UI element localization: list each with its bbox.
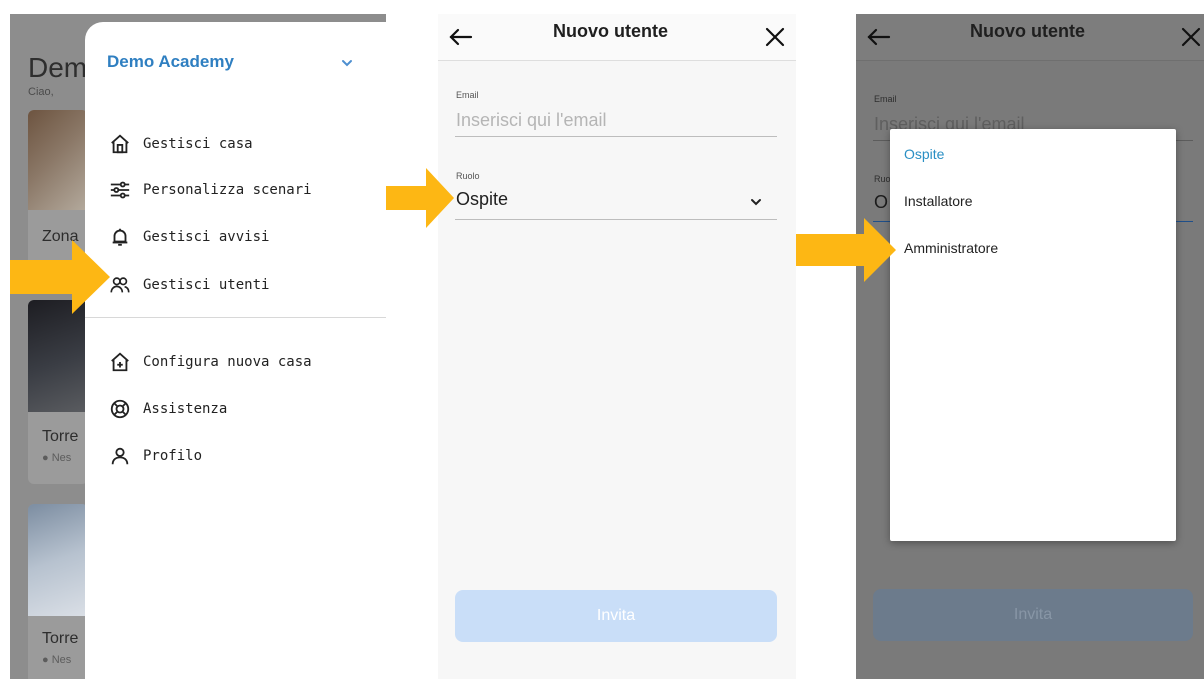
email-field-underline <box>455 136 777 137</box>
email-field-label: Email <box>874 94 897 104</box>
arrow-left-icon[interactable] <box>448 24 474 50</box>
background-room-card[interactable]: Torre ● Nes <box>28 300 88 484</box>
app-screen-menu: Dem Ciao, Zona Torre ● Nes Torre ● Nes D… <box>10 14 386 679</box>
menu-item-profilo[interactable]: Profilo <box>109 442 202 470</box>
chevron-down-icon[interactable] <box>749 195 763 209</box>
app-screen-new-user: Nuovo utente Email Inserisci qui l'email… <box>438 14 796 679</box>
invite-button[interactable]: Invita <box>873 589 1193 641</box>
menu-item-personalizza-scenari[interactable]: Personalizza scenari <box>109 176 312 204</box>
menu-item-configura-nuova-casa[interactable]: Configura nuova casa <box>109 348 312 376</box>
invite-button[interactable]: Invita <box>455 590 777 642</box>
invite-button-label: Invita <box>1013 606 1053 623</box>
app-screen-role-dropdown: Nuovo utente Email Inserisci qui l'email… <box>856 14 1204 679</box>
background-greeting: Ciao, <box>28 86 54 98</box>
close-icon[interactable] <box>764 26 786 48</box>
chevron-down-icon[interactable] <box>340 56 354 70</box>
menu-item-label: Gestisci avvisi <box>143 229 270 245</box>
menu-item-label: Profilo <box>143 448 203 464</box>
dropdown-option-amministratore[interactable]: Amministratore <box>904 240 998 256</box>
house-icon <box>111 134 129 154</box>
role-field-label: Ruo <box>874 174 891 184</box>
room-card-status: ● Nes <box>42 452 72 464</box>
dropdown-option-installatore[interactable]: Installatore <box>904 193 972 209</box>
close-icon[interactable] <box>1180 26 1202 48</box>
callout-arrow <box>10 240 110 314</box>
role-field-underline <box>455 219 777 220</box>
menu-item-label: Configura nuova casa <box>143 354 312 370</box>
email-field-label: Email <box>456 90 479 100</box>
sliders-icon <box>110 181 130 199</box>
bell-icon <box>112 228 128 246</box>
role-field-label: Ruolo <box>456 171 480 181</box>
menu-item-assistenza[interactable]: Assistenza <box>109 395 227 423</box>
menu-item-gestisci-avvisi[interactable]: Gestisci avvisi <box>109 223 269 251</box>
arrow-left-icon[interactable] <box>866 24 892 50</box>
room-card-label: Torre <box>42 428 79 445</box>
background-room-card[interactable]: Torre ● Nes <box>28 504 88 679</box>
room-image <box>28 110 88 210</box>
lifebuoy-icon <box>110 399 130 419</box>
page-title: Nuovo utente <box>553 21 668 41</box>
menu-item-label: Assistenza <box>143 401 228 417</box>
house-add-icon <box>111 352 129 372</box>
menu-item-gestisci-utenti[interactable]: Gestisci utenti <box>109 271 269 299</box>
room-image <box>28 300 88 412</box>
user-icon <box>111 447 129 465</box>
top-app-bar: Nuovo utente <box>856 14 1204 61</box>
menu-item-label: Personalizza scenari <box>143 182 312 198</box>
role-select[interactable]: O <box>874 192 888 213</box>
home-name[interactable]: Demo Academy <box>107 52 234 72</box>
callout-arrow <box>796 218 896 282</box>
room-image <box>28 504 88 616</box>
menu-item-label: Gestisci utenti <box>143 277 270 293</box>
page-title: Nuovo utente <box>970 21 1085 41</box>
room-card-status: ● Nes <box>42 654 72 666</box>
top-app-bar: Nuovo utente <box>438 14 796 61</box>
menu-item-gestisci-casa[interactable]: Gestisci casa <box>109 130 253 158</box>
menu-item-label: Gestisci casa <box>143 136 253 152</box>
invite-button-label: Invita <box>596 607 636 624</box>
navigation-drawer: Demo Academy Gestisci casa Personalizza … <box>85 22 386 679</box>
role-dropdown-menu: Ospite Installatore Amministratore <box>890 129 1176 541</box>
callout-arrow <box>386 168 454 228</box>
email-field[interactable]: Inserisci qui l'email <box>456 110 607 131</box>
role-select[interactable]: Ospite <box>456 189 508 210</box>
dropdown-option-ospite[interactable]: Ospite <box>904 146 944 162</box>
menu-divider <box>85 317 386 318</box>
room-card-label: Torre <box>42 630 79 647</box>
users-icon <box>110 277 130 293</box>
background-home-title: Dem <box>28 52 88 83</box>
